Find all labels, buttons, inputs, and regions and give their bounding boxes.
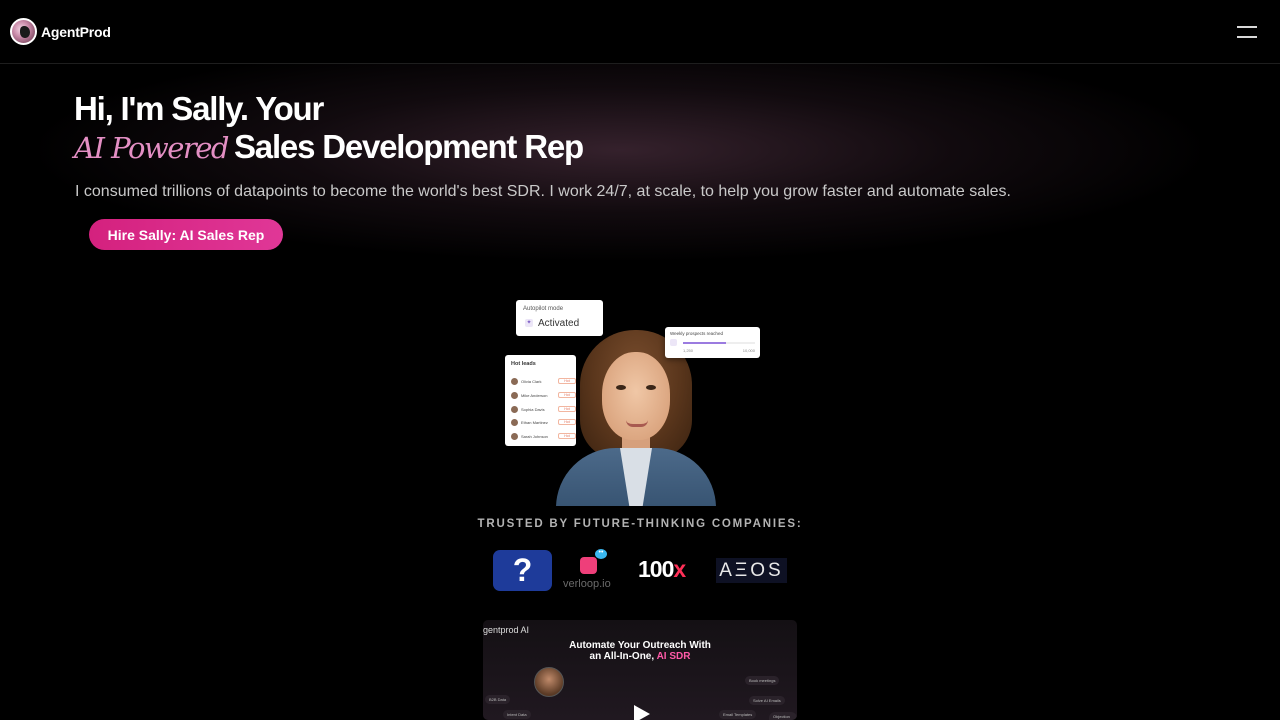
agentprod-logo-icon [10, 18, 37, 45]
hero-subtitle: I consumed trillions of datapoints to be… [75, 183, 1011, 200]
company-logos: ? •• verloop.io 100x AΞOS [0, 548, 1280, 594]
chat-bubble-icon: •• [595, 549, 607, 559]
hamburger-menu-icon[interactable] [1237, 24, 1259, 40]
hero-title-line1: Hi, I'm Sally. Your [74, 90, 324, 127]
avatar [511, 433, 518, 440]
video-chip: Objection Handling [769, 712, 797, 720]
list-item: Sarah Johnson Hot [511, 432, 576, 442]
prospects-card: Weekly prospects reached 1,250 10,000 [665, 327, 760, 358]
list-item: Mike Anderson Hot [511, 391, 576, 401]
brand-name: AgentProd [41, 23, 111, 40]
top-navbar: AgentProd [0, 0, 1280, 64]
list-item: Ethan Martinez Hot [511, 418, 576, 428]
avatar [534, 667, 564, 697]
verloop-logo: •• verloop.io [563, 549, 611, 590]
hero-title-line2: Sales Development Rep [234, 128, 584, 165]
prospects-min: 1,250 [683, 348, 694, 353]
avatar [511, 419, 518, 426]
list-item: Sophia Davis Hot [511, 405, 576, 415]
prospects-max: 10,000 [742, 348, 755, 353]
brand-logo[interactable]: AgentProd [10, 18, 111, 45]
avatar [511, 378, 518, 385]
hot-leads-title: Hot leads [511, 361, 536, 367]
autopilot-title: Autopilot mode [523, 306, 564, 312]
p-logo: ? [493, 550, 552, 591]
autopilot-value: Activated [538, 318, 580, 329]
video-chip: Intent Data [503, 710, 531, 719]
list-item: Olivia Clark Hot [511, 377, 576, 387]
hero-title: Hi, I'm Sally. Your AI Powered Sales Dev… [74, 90, 584, 167]
hire-sally-button[interactable]: Hire Sally: AI Sales Rep [89, 219, 283, 250]
heart-icon [670, 339, 677, 346]
video-chip: Solve AI Emails [749, 696, 785, 705]
play-icon[interactable] [634, 705, 650, 720]
demo-video[interactable]: gentprod AI Automate Your Outreach With … [483, 620, 797, 720]
prospects-title: Weekly prospects reached [670, 331, 723, 336]
video-chip: Email Templates [719, 710, 757, 719]
trusted-by-label: TRUSTED BY FUTURE-THINKING COMPANIES: [477, 518, 803, 530]
video-chip: B2B Data [485, 695, 511, 704]
hot-leads-card: Hot leads Olivia Clark Hot Mike Anderson… [505, 355, 576, 446]
avatar [511, 392, 518, 399]
hero-title-accent: AI Powered [74, 131, 230, 165]
aeos-logo: AΞOS [716, 558, 787, 583]
video-title-line1: Automate Your Outreach With [569, 640, 711, 651]
sparkle-icon: ✦ [525, 319, 533, 327]
avatar [511, 406, 518, 413]
prospects-progress [683, 342, 755, 344]
video-brand: gentprod AI [483, 625, 530, 635]
autopilot-card: Autopilot mode ✦ Activated [516, 300, 603, 336]
video-title-line2: an All-In-One, AI SDR [589, 651, 691, 662]
100x-logo: 100x [638, 556, 686, 582]
video-chip: Book meetings [745, 676, 780, 685]
